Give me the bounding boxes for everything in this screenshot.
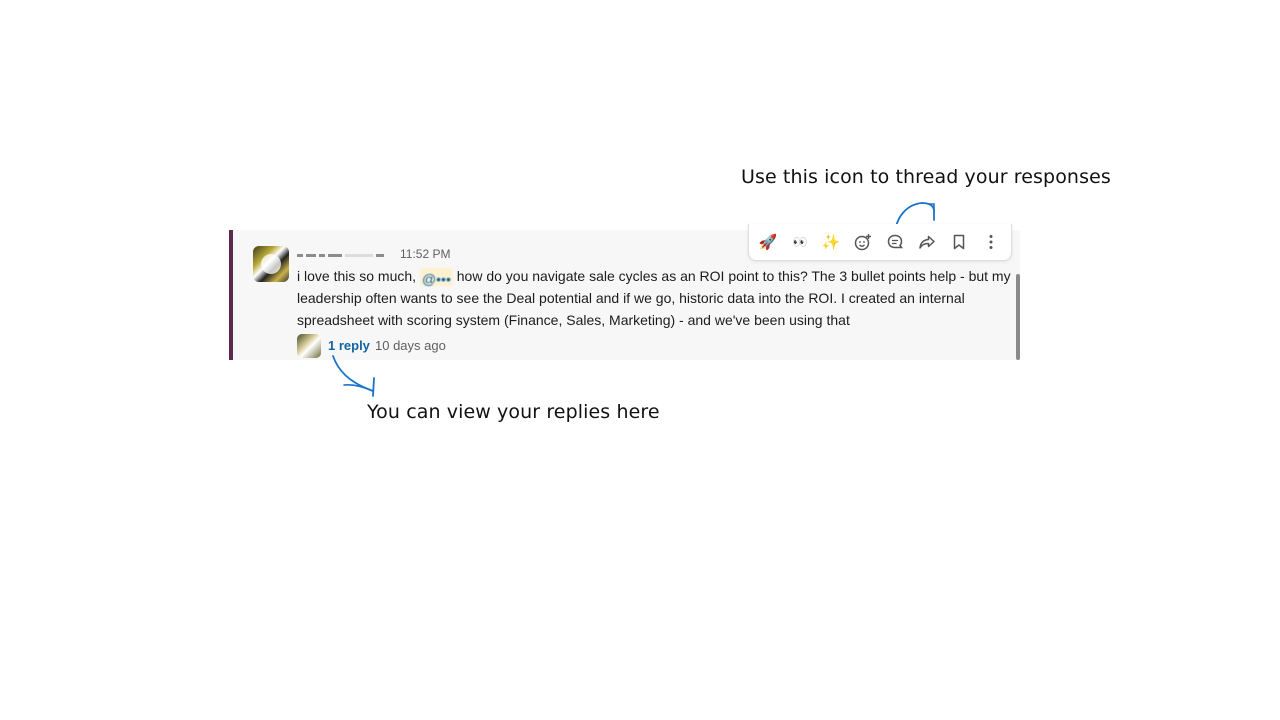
- message-highlight-bar: [229, 230, 233, 360]
- avatar[interactable]: [253, 246, 289, 282]
- sparkles-icon[interactable]: ✨: [819, 230, 843, 254]
- message-timestamp[interactable]: 11:52 PM: [400, 247, 450, 261]
- message-text-start: i love this so much,: [297, 268, 420, 284]
- add-reaction-icon[interactable]: [851, 230, 875, 254]
- message-body: i love this so much, @••• how do you nav…: [297, 265, 1012, 331]
- annotation-arrow-bottom: [332, 355, 375, 397]
- share-icon[interactable]: [915, 230, 939, 254]
- annotation-replies-hint: You can view your replies here: [367, 401, 660, 423]
- reply-in-thread-icon[interactable]: [883, 230, 907, 254]
- reply-count-link[interactable]: 1 reply: [328, 338, 370, 353]
- scrollbar[interactable]: [1016, 274, 1020, 360]
- more-actions-icon[interactable]: [979, 230, 1003, 254]
- author-name-redacted[interactable]: [297, 247, 391, 261]
- message-actions-toolbar: 🚀 👀 ✨: [748, 224, 1012, 261]
- user-mention[interactable]: @•••: [419, 268, 453, 287]
- bookmark-icon[interactable]: [947, 230, 971, 254]
- rocket-icon[interactable]: 🚀: [756, 230, 780, 254]
- eyes-icon[interactable]: 👀: [788, 230, 812, 254]
- annotation-thread-hint: Use this icon to thread your responses: [741, 166, 1111, 188]
- reply-avatar: [297, 334, 321, 358]
- reply-time: 10 days ago: [375, 338, 446, 353]
